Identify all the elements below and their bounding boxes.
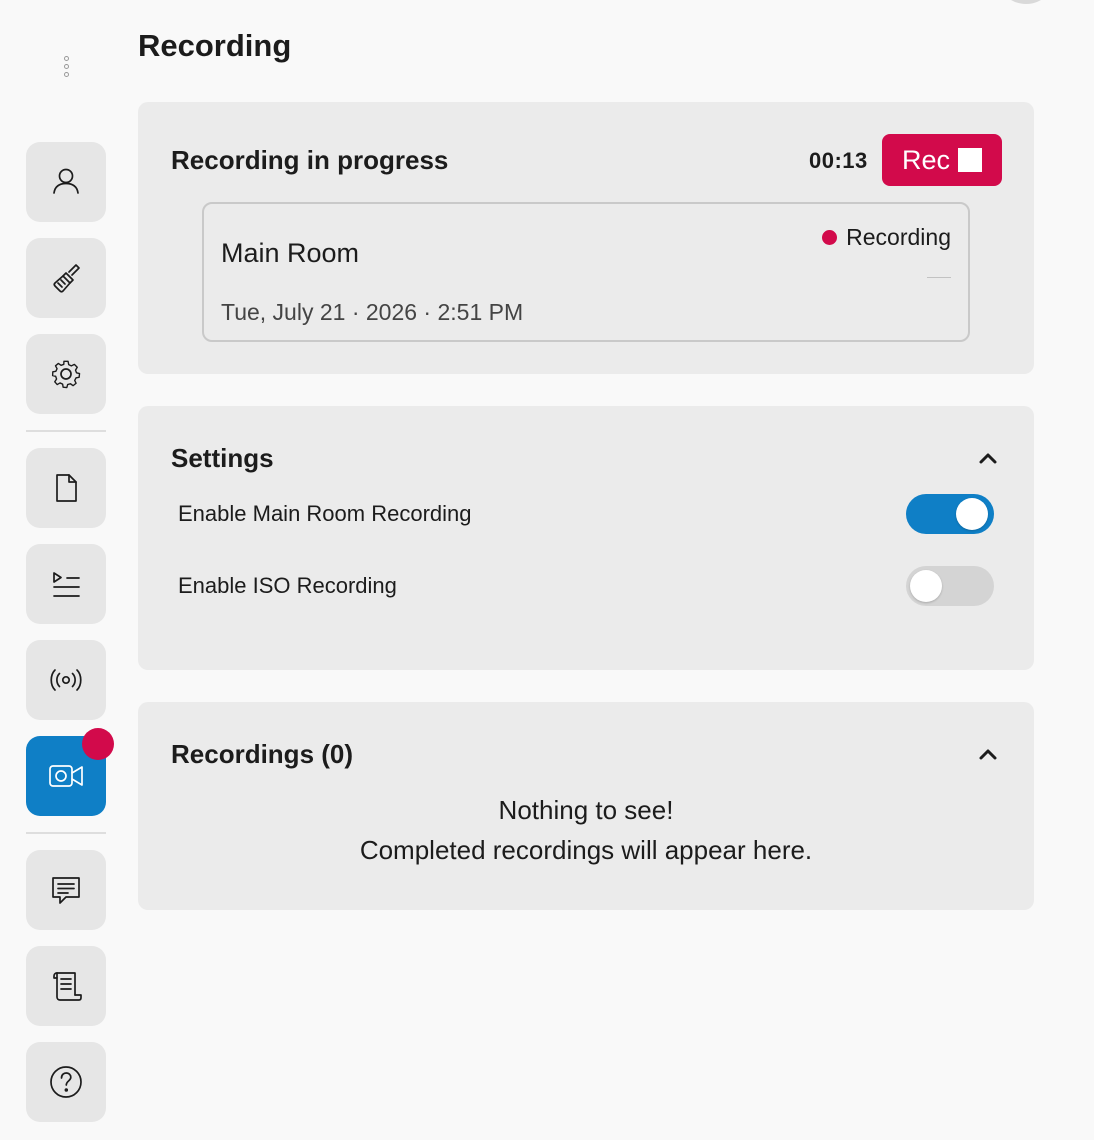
settings-panel: Settings Enable Main Room Recording Enab… — [138, 406, 1034, 670]
avatar[interactable] — [996, 0, 1056, 4]
session-name: Main Room — [221, 238, 360, 268]
toggle-knob — [910, 570, 942, 602]
sidebar-item-participants[interactable] — [26, 142, 106, 222]
user-icon — [53, 168, 79, 194]
sidebar-item-script[interactable] — [26, 946, 106, 1026]
iso-recording-toggle[interactable] — [906, 566, 994, 606]
more-options-icon[interactable] — [60, 56, 72, 86]
recording-timer: 00:13 — [809, 148, 868, 173]
chat-icon — [52, 877, 80, 904]
toggle-knob — [956, 498, 988, 530]
setting-label-main-room: Enable Main Room Recording — [178, 501, 472, 526]
stop-icon — [958, 148, 982, 172]
sidebar-item-documents[interactable] — [26, 448, 106, 528]
setting-label-iso: Enable ISO Recording — [178, 573, 397, 598]
video-camera-icon — [49, 765, 83, 787]
sidebar-item-appearance[interactable] — [26, 238, 106, 318]
empty-state: Nothing to see! Completed recordings wil… — [138, 790, 1034, 870]
rec-button-label: Rec — [901, 144, 950, 175]
main-room-recording-toggle[interactable] — [906, 494, 994, 534]
empty-state-title: Nothing to see! — [498, 795, 674, 825]
sidebar-item-chat[interactable] — [26, 850, 106, 930]
notification-badge — [82, 728, 114, 760]
sidebar-divider — [26, 430, 106, 432]
page-title: Recording — [138, 28, 292, 63]
playlist-icon — [53, 572, 80, 597]
scroll-icon — [53, 972, 82, 1001]
sidebar-divider — [26, 832, 106, 834]
collapse-recordings-chevron-icon[interactable] — [976, 742, 1000, 766]
collapse-settings-chevron-icon[interactable] — [976, 446, 1000, 470]
file-icon — [56, 474, 77, 502]
session-divider — [927, 277, 951, 278]
recordings-panel: Recordings (0) Nothing to see! Completed… — [138, 702, 1034, 910]
broadcast-icon — [50, 669, 82, 691]
sidebar-item-broadcast[interactable] — [26, 640, 106, 720]
recording-dot-icon — [822, 229, 838, 245]
recordings-panel-title: Recordings (0) — [171, 739, 354, 769]
empty-state-message: Completed recordings will appear here. — [359, 835, 813, 865]
session-status-label: Recording — [846, 224, 951, 250]
help-icon — [50, 1066, 82, 1098]
session-status: Recording — [822, 224, 951, 250]
gear-icon — [51, 360, 81, 389]
sidebar-item-help[interactable] — [26, 1042, 106, 1122]
recording-panel-title: Recording in progress — [171, 145, 449, 175]
stop-recording-button[interactable]: Rec — [882, 134, 1002, 186]
session-date: Tue, July 21 · 2026 · 2:51 PM — [221, 299, 524, 325]
brush-icon — [53, 264, 80, 293]
settings-panel-title: Settings — [171, 443, 274, 473]
recording-panel: Recording in progress 00:13 Rec Main Roo… — [138, 102, 1034, 374]
sidebar-item-settings[interactable] — [26, 334, 106, 414]
sidebar-item-playlist[interactable] — [26, 544, 106, 624]
recording-session-card[interactable]: Main Room Recording Tue, July 21 · 2026 … — [202, 202, 970, 342]
